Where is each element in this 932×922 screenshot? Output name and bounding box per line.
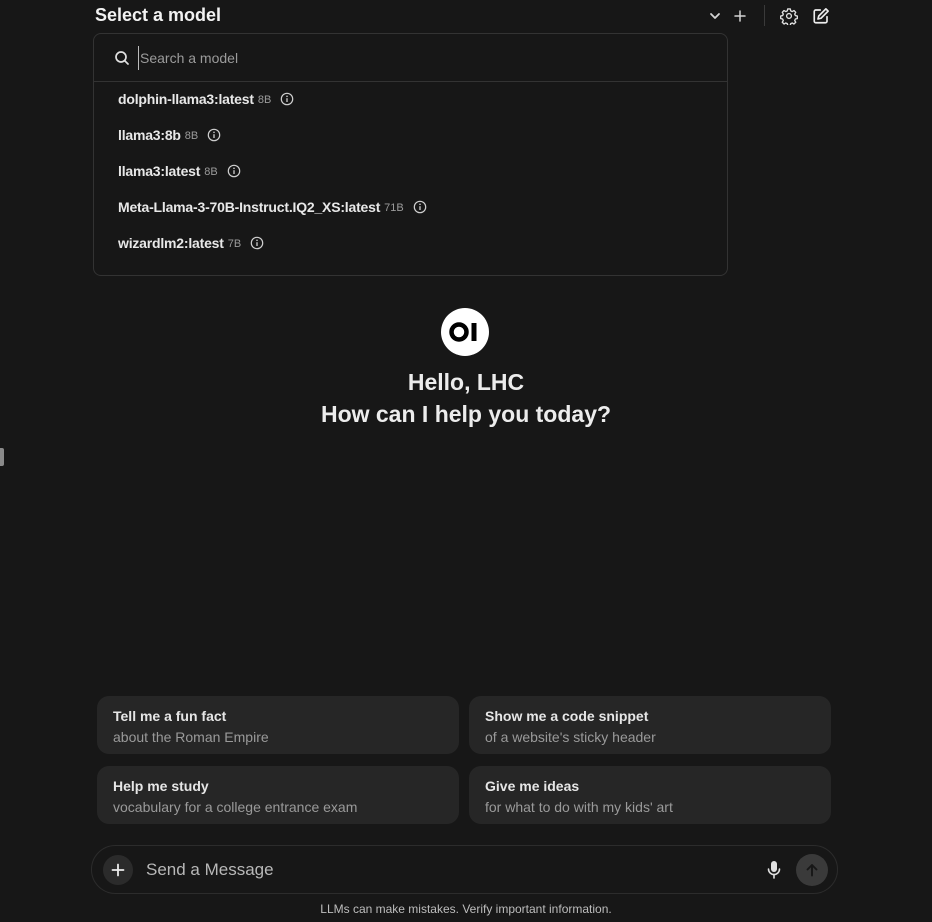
model-size: 8B — [204, 166, 218, 178]
search-icon — [114, 50, 130, 66]
plus-icon[interactable] — [730, 6, 750, 26]
model-dropdown: dolphin-llama3:latest 8B llama3:8b 8B ll… — [93, 33, 728, 276]
suggestion-subtitle: of a website's sticky header — [485, 729, 656, 745]
info-icon[interactable] — [207, 128, 221, 142]
divider — [764, 5, 765, 26]
microphone-button[interactable] — [764, 860, 784, 880]
suggestion-card[interactable]: Show me a code snippet of a website's st… — [469, 696, 831, 754]
message-input[interactable] — [146, 858, 736, 882]
info-icon[interactable] — [250, 236, 264, 250]
edit-icon[interactable] — [811, 6, 831, 26]
model-name: Meta-Llama-3-70B-Instruct.IQ2_XS:latest — [118, 199, 381, 215]
model-search-input[interactable] — [138, 46, 700, 70]
model-item[interactable]: dolphin-llama3:latest 8B — [94, 81, 727, 117]
suggestion-title: Give me ideas — [485, 778, 580, 794]
model-selector-title[interactable]: Select a model — [95, 5, 221, 26]
app-logo — [441, 308, 489, 356]
greeting-subtitle: How can I help you today? — [320, 401, 612, 427]
model-item[interactable]: llama3:latest 8B — [94, 153, 727, 189]
microphone-icon — [767, 861, 781, 879]
suggestion-card[interactable]: Tell me a fun fact about the Roman Empir… — [97, 696, 459, 754]
info-icon[interactable] — [413, 200, 427, 214]
suggestion-subtitle: for what to do with my kids' art — [485, 799, 673, 815]
model-name: llama3:latest — [118, 163, 201, 179]
suggestion-subtitle: about the Roman Empire — [113, 729, 269, 745]
suggestion-card[interactable]: Help me study vocabulary for a college e… — [97, 766, 459, 824]
model-item[interactable]: Meta-Llama-3-70B-Instruct.IQ2_XS:latest … — [94, 189, 727, 225]
info-icon[interactable] — [280, 92, 294, 106]
model-size: 71B — [384, 202, 404, 214]
info-icon[interactable] — [227, 164, 241, 178]
message-composer — [91, 845, 838, 894]
gear-icon[interactable] — [779, 6, 799, 26]
attach-button[interactable] — [103, 855, 133, 885]
model-name: llama3:8b — [118, 127, 181, 143]
disclaimer-text: LLMs can make mistakes. Verify important… — [320, 902, 612, 916]
model-size: 8B — [184, 130, 199, 142]
model-size: 7B — [227, 238, 242, 250]
model-list: dolphin-llama3:latest 8B llama3:8b 8B ll… — [94, 81, 727, 261]
top-bar: Select a model — [0, 0, 932, 32]
sidebar-toggle-handle[interactable] — [0, 448, 4, 466]
model-size: 8B — [257, 94, 272, 106]
model-name: wizardlm2:latest — [118, 235, 224, 251]
model-search-row — [94, 34, 727, 82]
greeting-title: Hello, LHC — [407, 369, 525, 395]
send-button[interactable] — [796, 854, 828, 886]
suggestion-card[interactable]: Give me ideas for what to do with my kid… — [469, 766, 831, 824]
plus-icon — [111, 863, 125, 877]
suggestion-subtitle: vocabulary for a college entrance exam — [113, 799, 358, 815]
model-item[interactable]: wizardlm2:latest 7B — [94, 225, 727, 261]
suggestion-title: Tell me a fun fact — [113, 708, 227, 724]
model-item[interactable]: llama3:8b 8B — [94, 117, 727, 153]
arrow-up-icon — [806, 864, 818, 877]
suggestion-title: Help me study — [113, 778, 209, 794]
logo-icon — [449, 322, 477, 342]
suggestion-title: Show me a code snippet — [485, 708, 649, 724]
chevron-down-icon[interactable] — [705, 6, 725, 26]
model-name: dolphin-llama3:latest — [118, 91, 254, 107]
